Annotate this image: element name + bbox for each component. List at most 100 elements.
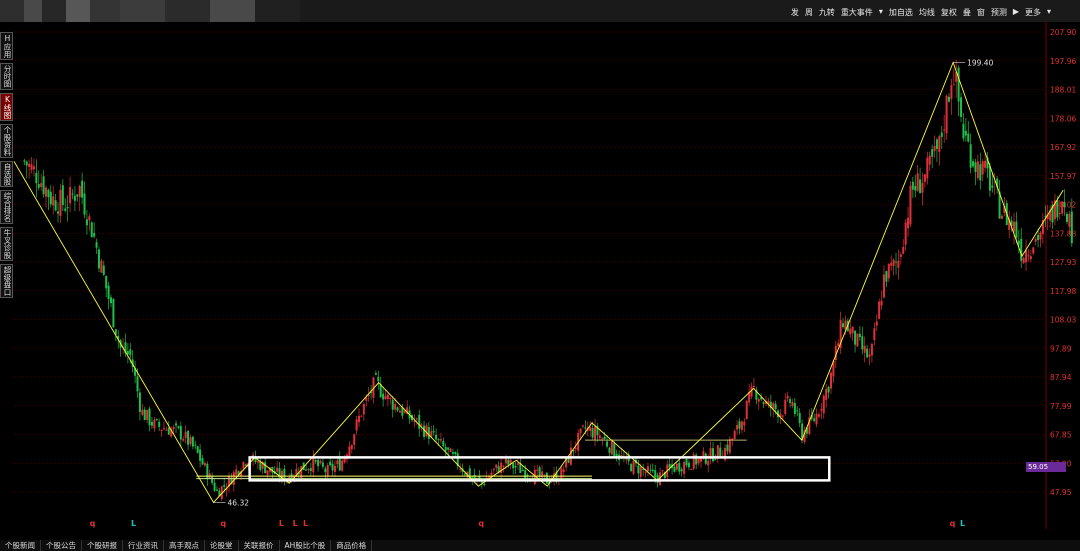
candle-body — [960, 97, 963, 117]
candle-body — [112, 299, 115, 328]
candle-body — [358, 415, 361, 423]
candle-body — [923, 174, 926, 182]
candle-body — [914, 185, 917, 191]
candle-body — [49, 191, 52, 205]
bottom-tab[interactable]: AH股比个股 — [280, 540, 332, 551]
candle-body — [442, 440, 445, 447]
toolbar-item[interactable]: 重大事件 — [840, 7, 874, 18]
signal-marker: L — [960, 519, 965, 528]
candle-body — [97, 249, 100, 269]
candle-body — [854, 330, 857, 345]
candle-body — [69, 187, 72, 204]
toolbar-item[interactable]: 叠 — [962, 7, 972, 18]
candle-body — [418, 414, 421, 429]
bottom-tabs: 个股新闻 个股公告 个股研报 行业资讯 高手观点 论股堂 关联报价 AH股比个股 商品价格 — [0, 540, 1080, 551]
candle-body — [319, 461, 322, 464]
candle-body — [858, 333, 861, 338]
toolbar-item[interactable]: ▾ — [1046, 7, 1052, 18]
candle-body — [336, 460, 339, 465]
candle-body — [685, 459, 688, 466]
candle-body — [57, 211, 60, 214]
candle-body — [384, 396, 387, 400]
candle-body — [1027, 255, 1030, 257]
candle-body — [1056, 200, 1059, 218]
toolbar-item[interactable]: 九转 — [818, 7, 836, 18]
price-annotation: 199.40 — [967, 58, 993, 67]
candle-body — [492, 468, 495, 470]
candle-body — [81, 180, 84, 198]
signal-marker: L — [131, 519, 136, 528]
candle-body — [584, 427, 587, 429]
signal-marker: L — [293, 519, 298, 528]
candle-body — [740, 421, 743, 430]
candle-body — [350, 444, 353, 450]
candle-body — [875, 321, 878, 326]
bottom-tab[interactable]: 个股新闻 — [0, 540, 41, 551]
bottom-tab[interactable]: 商品价格 — [331, 540, 373, 551]
candle-body — [950, 85, 953, 100]
signal-marker: q — [220, 519, 226, 528]
candle-body — [1034, 238, 1037, 242]
candle-body — [305, 469, 308, 471]
candle-body — [211, 475, 214, 483]
candle-body — [979, 164, 982, 181]
toolbar-item[interactable]: ▾ — [878, 7, 884, 18]
toolbar-item[interactable]: 周 — [804, 7, 814, 18]
bottom-tab[interactable]: 论股堂 — [205, 540, 239, 551]
candle-body — [189, 437, 192, 444]
candle-body — [943, 129, 946, 131]
y-tick-label: 178.06 — [1050, 114, 1076, 123]
candle-body — [331, 463, 334, 471]
candle-body — [329, 461, 332, 466]
candle-body — [148, 408, 151, 426]
candle-body — [704, 453, 707, 464]
candle-body — [967, 133, 970, 142]
candle-body — [842, 323, 845, 328]
candle-body — [201, 458, 204, 465]
y-tick-label: 87.94 — [1050, 373, 1072, 382]
candle-body — [490, 472, 493, 476]
candle-body — [878, 301, 881, 319]
candle-body — [413, 421, 416, 423]
toolbar-item[interactable]: 均线 — [918, 7, 936, 18]
bottom-tab[interactable]: 个股公告 — [41, 540, 82, 551]
candle-body — [514, 466, 517, 468]
candle-body — [538, 467, 541, 477]
candle-body — [83, 193, 86, 215]
candle-body — [981, 161, 984, 175]
candle-body — [630, 464, 633, 472]
candle-body — [890, 262, 893, 266]
toolbar-item[interactable]: 窗 — [976, 7, 986, 18]
candle-body — [895, 261, 898, 263]
candle-body — [533, 469, 536, 485]
candle-body — [649, 469, 652, 471]
candle-body — [28, 163, 31, 167]
toolbar-item[interactable]: 加自选 — [888, 7, 914, 18]
candle-body — [796, 410, 799, 412]
y-tick-label: 167.92 — [1050, 143, 1076, 152]
candle-body — [644, 471, 647, 473]
candle-body — [165, 429, 168, 431]
candle-body — [47, 189, 50, 198]
toolbar-item[interactable]: 发 — [790, 7, 800, 18]
candle-body — [907, 217, 910, 229]
candle-body — [437, 439, 440, 441]
bottom-tab[interactable]: 个股研报 — [82, 540, 123, 551]
candle-body — [353, 434, 356, 445]
candle-body — [1063, 202, 1066, 208]
toolbar-item[interactable]: 复权 — [940, 7, 958, 18]
kline-chart[interactable]: 207.90197.96188.01178.06167.92157.97148.… — [0, 22, 1080, 529]
candle-body — [126, 351, 129, 355]
candle-body — [439, 439, 442, 441]
toolbar-item[interactable]: 预测 — [990, 7, 1008, 18]
toolbar-item[interactable]: ▶ — [1012, 7, 1020, 18]
bottom-tab[interactable]: 高手观点 — [164, 540, 205, 551]
bottom-tab[interactable]: 行业资讯 — [123, 540, 164, 551]
candle-body — [581, 425, 584, 427]
bottom-tab[interactable]: 关联报价 — [239, 540, 280, 551]
toolbar-item[interactable]: 更多 — [1024, 7, 1042, 18]
candle-body — [866, 348, 869, 358]
candle-body — [215, 489, 218, 491]
candle-body — [1015, 221, 1018, 238]
candle-body — [919, 179, 922, 194]
